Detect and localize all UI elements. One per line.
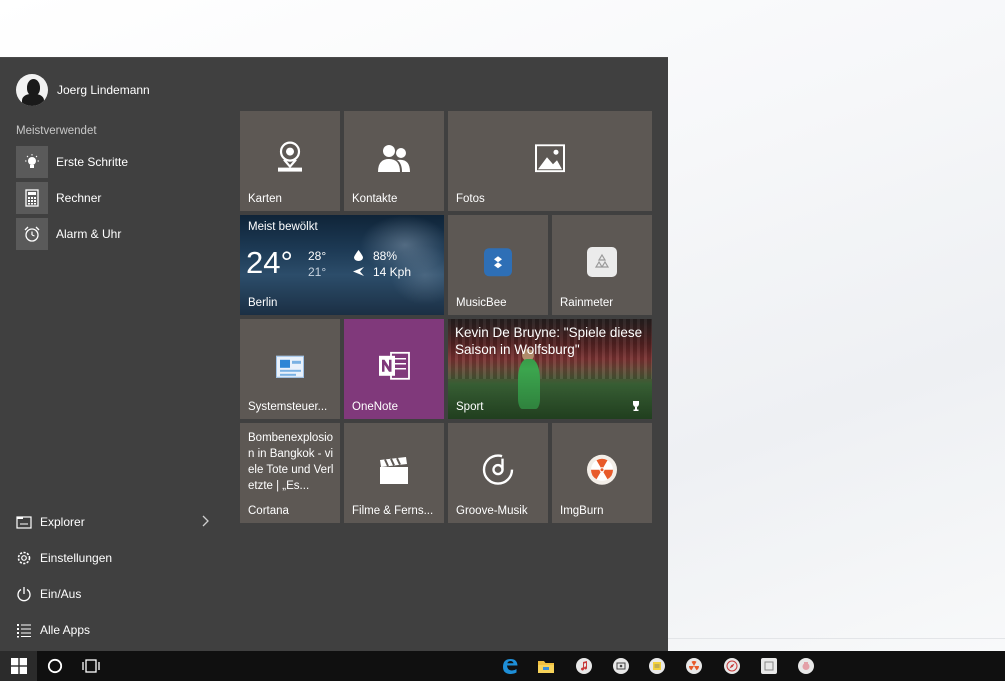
chevron-right-icon[interactable] xyxy=(200,514,210,528)
settings-button[interactable]: Einstellungen xyxy=(16,547,216,569)
mru-label: Rechner xyxy=(56,191,102,205)
tile-fotos[interactable]: Fotos xyxy=(448,111,652,211)
file-explorer-icon xyxy=(16,514,32,530)
tile-rainmeter[interactable]: Rainmeter xyxy=(552,215,652,315)
wind-icon xyxy=(353,267,364,276)
tile-kontakte[interactable]: Kontakte xyxy=(344,111,444,211)
mru-item-rechner[interactable]: Rechner xyxy=(16,182,230,214)
folder-icon xyxy=(538,661,554,673)
settings-label: Einstellungen xyxy=(40,551,113,565)
lightbulb-icon xyxy=(16,146,48,178)
tile-imgburn[interactable]: ImgBurn xyxy=(552,423,652,523)
gear-icon xyxy=(16,550,32,566)
start-button[interactable] xyxy=(0,651,37,681)
onenote-icon xyxy=(379,351,410,380)
tile-karten[interactable]: Karten xyxy=(240,111,340,211)
tile-label: Kontakte xyxy=(352,193,398,205)
maps-icon xyxy=(278,141,302,172)
all-apps-button[interactable]: Alle Apps xyxy=(16,619,216,641)
tile-label: Systemsteuer... xyxy=(248,401,328,413)
start-menu: Joerg Lindemann Meistverwendet Erste Sch… xyxy=(0,57,668,651)
mru-item-alarm-uhr[interactable]: Alarm & Uhr xyxy=(16,218,230,250)
groove-music-icon xyxy=(482,454,514,485)
weather-city: Berlin xyxy=(248,297,278,309)
power-icon xyxy=(16,586,32,602)
taskbar-app-icon[interactable] xyxy=(613,658,629,674)
mru-item-erste-schritte[interactable]: Erste Schritte xyxy=(16,146,230,178)
control-panel-icon xyxy=(276,355,304,378)
explorer-label: Explorer xyxy=(40,515,85,529)
avatar xyxy=(16,74,48,106)
taskbar-compass-icon[interactable] xyxy=(724,658,740,674)
taskbar-edge[interactable] xyxy=(492,651,528,681)
cortana-news: Bombenexplosion in Bangkok - viele Tote … xyxy=(248,432,334,492)
weather-wind: 14 Kph xyxy=(373,265,412,279)
taskbar-imgburn-icon[interactable] xyxy=(686,658,702,674)
calculator-icon xyxy=(16,182,48,214)
musicbee-icon xyxy=(484,248,512,277)
tile-weather[interactable]: Meist bewölkt 24° 28° 21° 88% 14 Kph Ber… xyxy=(240,215,444,315)
people-icon xyxy=(378,145,410,172)
tile-groove[interactable]: Groove-Musik xyxy=(448,423,548,523)
tile-label: ImgBurn xyxy=(560,505,604,517)
trophy-icon xyxy=(633,401,639,411)
tile-cortana[interactable]: Bombenexplosion in Bangkok - viele Tote … xyxy=(240,423,340,523)
windows-logo-icon xyxy=(10,658,27,674)
rainmeter-icon xyxy=(587,247,617,277)
mru-label: Alarm & Uhr xyxy=(56,227,122,241)
list-icon xyxy=(16,622,32,638)
taskbar-pink-app-icon[interactable] xyxy=(798,658,814,674)
tile-musicbee[interactable]: MusicBee xyxy=(448,215,548,315)
tile-label: Groove-Musik xyxy=(456,505,528,517)
tile-systemsteuerung[interactable]: Systemsteuer... xyxy=(240,319,340,419)
sport-headline: Kevin De Bruyne: "Spiele diese Saison in… xyxy=(455,325,643,357)
tile-label: Cortana xyxy=(248,505,289,517)
taskbar-music-icon[interactable] xyxy=(576,658,592,674)
most-used-heading: Meistverwendet xyxy=(16,125,97,137)
weather-high: 28° xyxy=(308,249,327,263)
tile-sport[interactable]: Kevin De Bruyne: "Spiele diese Saison in… xyxy=(448,319,652,419)
taskbar xyxy=(0,651,1005,681)
imgburn-icon xyxy=(587,454,617,485)
tile-label: Fotos xyxy=(456,193,485,205)
clapperboard-icon xyxy=(380,457,408,484)
all-apps-label: Alle Apps xyxy=(40,623,91,637)
tile-label: Karten xyxy=(248,193,282,205)
explorer-button[interactable]: Explorer xyxy=(16,511,216,533)
photos-icon xyxy=(535,144,565,173)
task-view-icon xyxy=(82,659,100,673)
user-account[interactable]: Joerg Lindemann xyxy=(16,74,150,106)
tile-label: Filme & Ferns... xyxy=(352,505,434,517)
power-button[interactable]: Ein/Aus xyxy=(16,583,216,605)
start-left-column: Joerg Lindemann Meistverwendet Erste Sch… xyxy=(0,58,230,652)
user-name: Joerg Lindemann xyxy=(57,83,150,97)
power-label: Ein/Aus xyxy=(40,587,82,601)
cortana-circle-icon xyxy=(47,658,63,674)
tile-label: Rainmeter xyxy=(560,297,614,309)
tile-filme[interactable]: Filme & Ferns... xyxy=(344,423,444,523)
weather-temperature: 24° xyxy=(246,245,293,280)
edge-browser-icon xyxy=(503,659,518,674)
tile-label: OneNote xyxy=(352,401,399,413)
cortana-button[interactable] xyxy=(37,651,73,681)
weather-humidity: 88% xyxy=(373,249,398,263)
taskbar-notes-icon[interactable] xyxy=(649,658,665,674)
tile-onenote[interactable]: OneNote xyxy=(344,319,444,419)
alarm-clock-icon xyxy=(16,218,48,250)
taskbar-file-explorer[interactable] xyxy=(528,651,564,681)
weather-condition: Meist bewölkt xyxy=(248,221,318,233)
tile-label: MusicBee xyxy=(456,297,507,309)
tile-label: Sport xyxy=(456,401,484,413)
humidity-icon xyxy=(354,250,363,261)
desktop-divider xyxy=(668,638,1005,639)
taskbar-window-icon[interactable] xyxy=(761,658,777,674)
weather-low: 21° xyxy=(308,265,327,279)
task-view-button[interactable] xyxy=(73,651,109,681)
mru-label: Erste Schritte xyxy=(56,155,129,169)
